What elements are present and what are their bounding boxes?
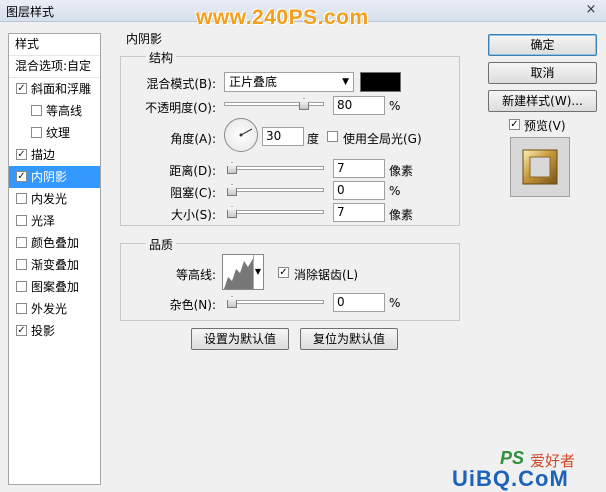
- preview-label: 预览(V): [524, 119, 566, 133]
- choke-input[interactable]: 0: [333, 181, 385, 200]
- style-item-checkbox[interactable]: ✓: [16, 171, 27, 182]
- distance-unit: 像素: [389, 164, 414, 178]
- close-icon[interactable]: ×: [582, 2, 600, 19]
- style-list-header[interactable]: 样式: [9, 34, 100, 56]
- noise-unit: %: [389, 296, 401, 310]
- distance-label: 距离(D):: [169, 164, 216, 178]
- style-item-label: 内发光: [31, 192, 68, 206]
- style-item-label: 斜面和浮雕: [31, 82, 92, 96]
- style-item-label: 投影: [31, 324, 56, 338]
- style-item-checkbox[interactable]: [16, 281, 27, 292]
- opacity-unit: %: [389, 99, 401, 113]
- size-input[interactable]: 7: [333, 203, 385, 222]
- style-item-label: 等高线: [46, 104, 83, 118]
- blend-mode-select[interactable]: 正片叠底 ▼: [224, 72, 354, 92]
- distance-slider[interactable]: [227, 162, 324, 176]
- window-title: 图层样式: [6, 5, 55, 19]
- style-item[interactable]: ✓ 投影: [9, 320, 100, 342]
- blend-mode-value: 正片叠底: [229, 75, 278, 89]
- cancel-button[interactable]: 取消: [488, 62, 597, 84]
- panel-title: 内阴影: [123, 30, 166, 47]
- gold-frame-preview-icon: [522, 149, 558, 185]
- style-item[interactable]: 内发光: [9, 188, 100, 210]
- site-logo-text: UiBQ.CoM: [452, 466, 569, 491]
- opacity-input[interactable]: 80: [333, 96, 385, 115]
- preview-checkbox[interactable]: ✓: [509, 119, 520, 130]
- style-item-label: 描边: [31, 148, 56, 162]
- angle-dial[interactable]: [224, 118, 258, 152]
- style-item-label: 纹理: [46, 126, 71, 140]
- angle-unit: 度: [307, 132, 320, 146]
- noise-slider[interactable]: [227, 296, 324, 310]
- noise-label: 杂色(N):: [169, 298, 216, 312]
- style-item-checkbox[interactable]: ✓: [16, 325, 27, 336]
- style-item-label: 颜色叠加: [31, 236, 80, 250]
- opacity-slider[interactable]: [224, 98, 324, 112]
- style-item[interactable]: 纹理: [9, 122, 100, 144]
- style-item[interactable]: 渐变叠加: [9, 254, 100, 276]
- choke-label: 阻塞(C):: [170, 186, 216, 200]
- distance-slider-thumb[interactable]: [227, 162, 237, 174]
- shadow-color-swatch[interactable]: [360, 72, 401, 92]
- style-item[interactable]: ✓ 描边: [9, 144, 100, 166]
- blend-options-item[interactable]: 混合选项:自定: [9, 56, 100, 78]
- size-unit: 像素: [389, 208, 414, 222]
- choke-slider[interactable]: [227, 184, 324, 198]
- style-item[interactable]: 颜色叠加: [9, 232, 100, 254]
- style-item-checkbox[interactable]: [16, 237, 27, 248]
- style-item-checkbox[interactable]: [16, 215, 27, 226]
- size-label: 大小(S):: [170, 208, 216, 222]
- size-slider[interactable]: [227, 206, 324, 220]
- angle-dial-needle: [239, 128, 253, 137]
- style-item-label: 光泽: [31, 214, 56, 228]
- chevron-down-icon: ▼: [342, 77, 349, 87]
- opacity-label: 不透明度(O):: [145, 101, 216, 115]
- style-item-checkbox[interactable]: [16, 259, 27, 270]
- style-list: 样式 混合选项:自定 ✓ 斜面和浮雕等高线纹理 ✓ 描边 ✓ 内阴影内发光光泽颜色叠加渐变…: [8, 33, 101, 485]
- anti-alias-label: 消除锯齿(L): [294, 268, 359, 282]
- structure-title: 结构: [146, 49, 177, 66]
- angle-label: 角度(A):: [170, 132, 216, 146]
- style-item-label: 内阴影: [31, 170, 68, 184]
- style-item-checkbox[interactable]: [16, 193, 27, 204]
- style-item-label: 图案叠加: [31, 280, 80, 294]
- ok-button[interactable]: 确定: [488, 34, 597, 56]
- blend-mode-label: 混合模式(B):: [146, 77, 216, 91]
- reset-default-button[interactable]: 复位为默认值: [300, 328, 398, 350]
- style-preview-thumbnail: [510, 137, 570, 197]
- style-item-label: 渐变叠加: [31, 258, 80, 272]
- style-item-label: 外发光: [31, 302, 68, 316]
- style-item-checkbox[interactable]: [31, 127, 42, 138]
- style-item[interactable]: 图案叠加: [9, 276, 100, 298]
- contour-picker[interactable]: ▼: [222, 254, 264, 290]
- global-light-checkbox[interactable]: [327, 131, 338, 142]
- new-style-button[interactable]: 新建样式(W)...: [488, 90, 597, 112]
- style-item-checkbox[interactable]: ✓: [16, 149, 27, 160]
- contour-dropdown-icon[interactable]: ▼: [253, 255, 262, 289]
- watermark: www.240PS.com: [196, 6, 369, 29]
- angle-input[interactable]: 30: [262, 127, 304, 146]
- contour-label: 等高线:: [175, 268, 216, 282]
- opacity-slider-thumb[interactable]: [299, 98, 309, 110]
- global-light-label: 使用全局光(G): [343, 132, 422, 146]
- style-item-checkbox[interactable]: [31, 105, 42, 116]
- noise-input[interactable]: 0: [333, 293, 385, 312]
- noise-slider-thumb[interactable]: [227, 296, 237, 308]
- style-item[interactable]: ✓ 内阴影: [9, 166, 100, 188]
- quality-title: 品质: [146, 236, 177, 253]
- distance-input[interactable]: 7: [333, 159, 385, 178]
- style-item[interactable]: ✓ 斜面和浮雕: [9, 78, 100, 100]
- choke-slider-thumb[interactable]: [227, 184, 237, 196]
- style-item[interactable]: 等高线: [9, 100, 100, 122]
- size-slider-thumb[interactable]: [227, 206, 237, 218]
- style-item[interactable]: 光泽: [9, 210, 100, 232]
- style-item-checkbox[interactable]: ✓: [16, 83, 27, 94]
- make-default-button[interactable]: 设置为默认值: [191, 328, 289, 350]
- contour-curve-icon: [224, 257, 254, 289]
- style-item[interactable]: 外发光: [9, 298, 100, 320]
- style-item-checkbox[interactable]: [16, 303, 27, 314]
- anti-alias-checkbox[interactable]: ✓: [278, 267, 289, 278]
- choke-unit: %: [389, 184, 401, 198]
